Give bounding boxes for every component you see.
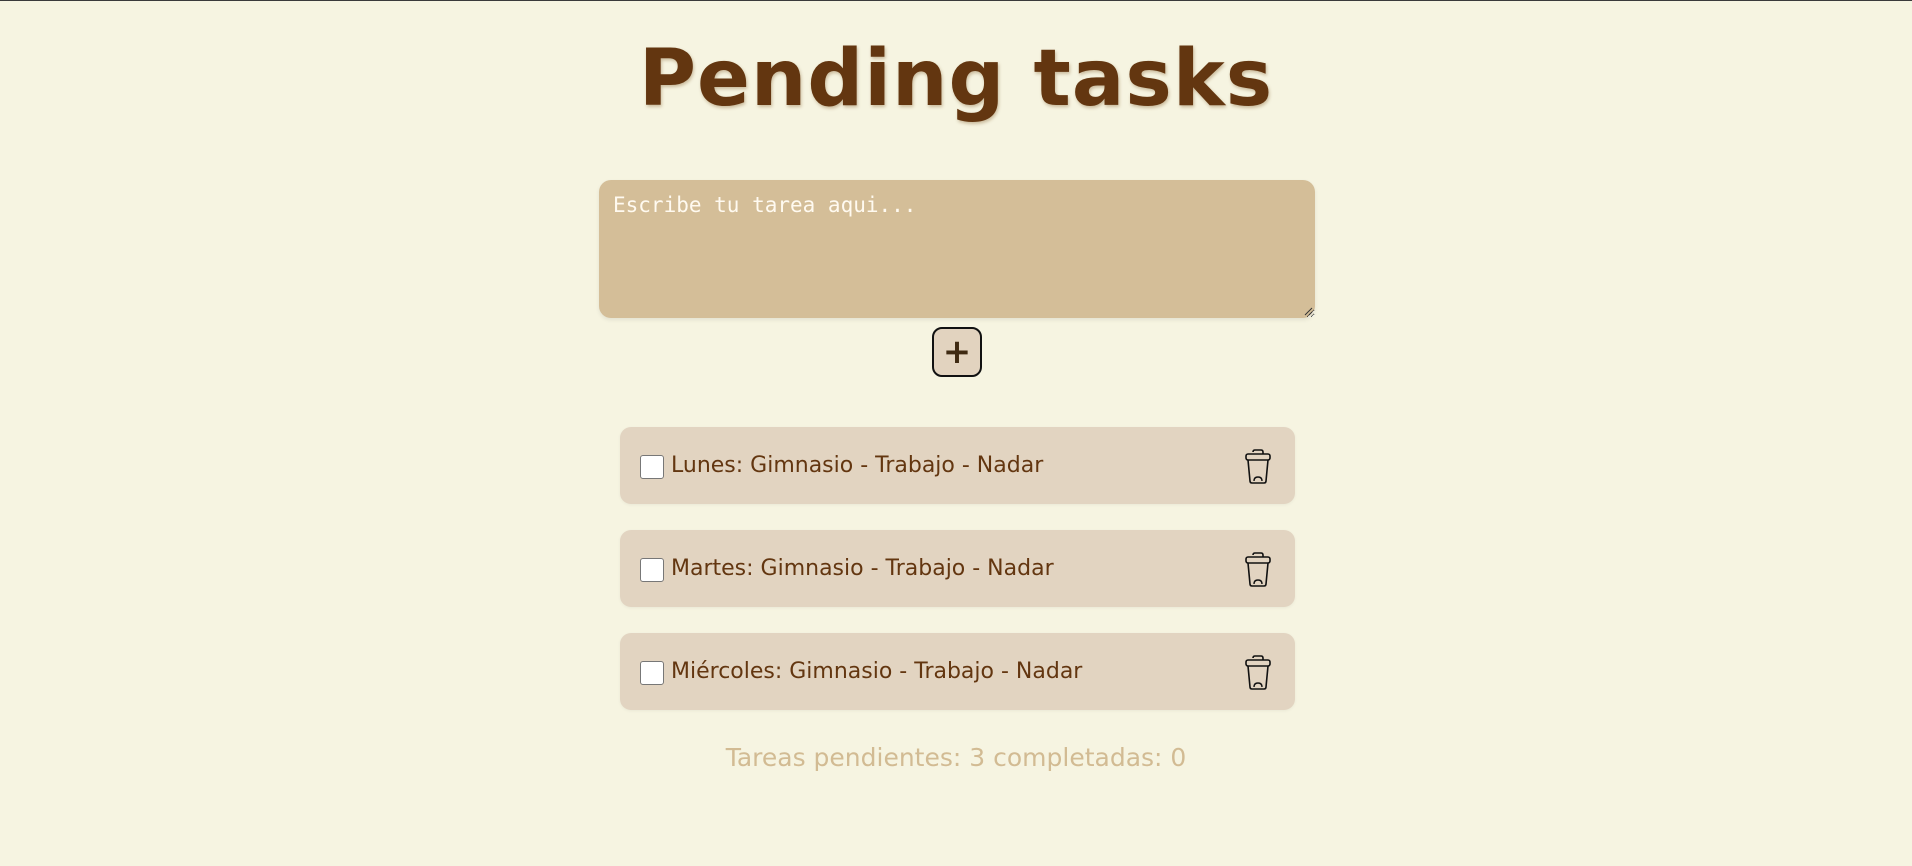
task-text: Martes: Gimnasio - Trabajo - Nadar — [671, 556, 1054, 581]
trash-icon — [1245, 655, 1271, 690]
task-item: Martes: Gimnasio - Trabajo - Nadar — [620, 530, 1295, 607]
trash-icon — [1245, 449, 1271, 484]
task-item: Lunes: Gimnasio - Trabajo - Nadar — [620, 427, 1295, 504]
task-checkbox[interactable] — [640, 660, 664, 685]
delete-task-button[interactable] — [1243, 446, 1273, 486]
delete-task-button[interactable] — [1243, 549, 1273, 589]
delete-task-button[interactable] — [1243, 652, 1273, 692]
task-text: Miércoles: Gimnasio - Trabajo - Nadar — [671, 659, 1083, 684]
task-list: Lunes: Gimnasio - Trabajo - Nadar Martes… — [620, 427, 1295, 736]
task-text: Lunes: Gimnasio - Trabajo - Nadar — [671, 453, 1044, 478]
task-counter-status: Tareas pendientes: 3 completadas: 0 — [725, 743, 1187, 772]
task-checkbox[interactable] — [640, 454, 664, 479]
trash-icon — [1245, 552, 1271, 587]
task-checkbox[interactable] — [640, 557, 664, 582]
task-item: Miércoles: Gimnasio - Trabajo - Nadar — [620, 633, 1295, 710]
page-title: Pending tasks — [638, 34, 1274, 124]
add-task-button[interactable]: + — [932, 327, 982, 377]
todo-app: Pending tasks + Lunes: Gimnasio - Trabaj… — [0, 1, 1912, 866]
task-input[interactable] — [599, 180, 1315, 318]
